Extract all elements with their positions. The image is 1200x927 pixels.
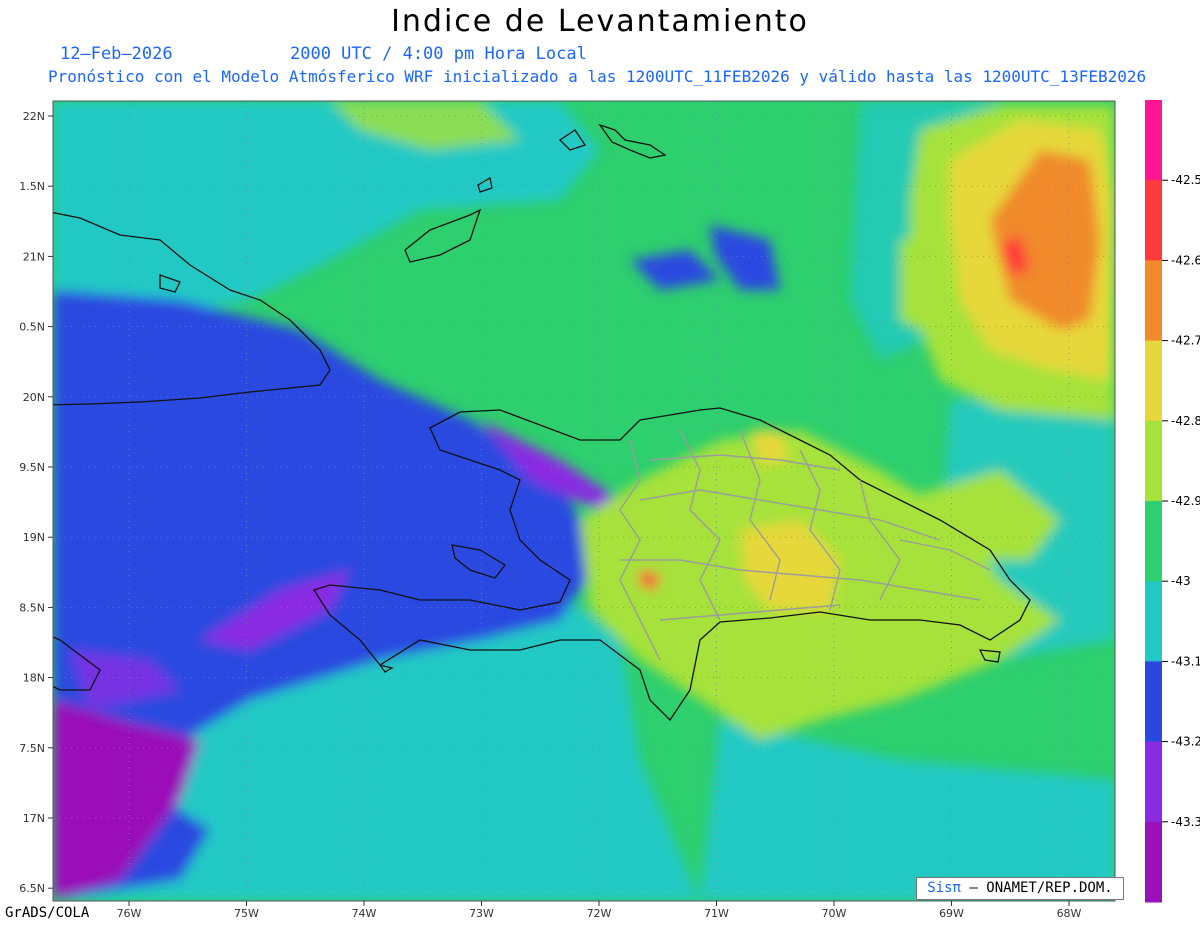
colorbar-segment xyxy=(1145,821,1162,903)
colorbar: -42.5 -42.6 -42.7 -42.8 -42.9 -43 -43.1 -43.2 -4… xyxy=(1145,100,1200,903)
colorbar-label: -42.8 xyxy=(1171,414,1200,428)
colorbar-segment xyxy=(1145,340,1162,422)
lat-label: 18N xyxy=(23,672,45,685)
colorbar-segment xyxy=(1145,420,1162,502)
lat-label: 6.5N xyxy=(19,882,45,895)
lat-label: 0.5N xyxy=(19,321,45,334)
lat-label: 20N xyxy=(23,391,45,404)
lifted-index-map: 22N 1.5N 21N 0.5N 20N 9.5N 19N 8.5N 18N 7.5N 17N 6.… xyxy=(19,100,1200,920)
grads-credit: GrADS/COLA xyxy=(5,905,90,921)
colorbar-label: -42.7 xyxy=(1171,334,1200,348)
colorbar-segment xyxy=(1145,100,1162,181)
field-layer xyxy=(53,101,1115,901)
colorbar-segment xyxy=(1145,661,1162,743)
lon-label: 75W xyxy=(234,907,259,920)
longitude-labels: 76W 75W 74W 73W 72W 71W 70W 69W 68W xyxy=(117,901,1082,920)
lat-label: 1.5N xyxy=(19,180,45,193)
onamet-logo: Sisπ – ONAMET/REP.DOM. xyxy=(916,877,1124,900)
colorbar-segment xyxy=(1145,260,1162,342)
colorbar-label: -43.1 xyxy=(1171,654,1200,668)
lon-label: 68W xyxy=(1057,907,1082,920)
lon-label: 69W xyxy=(939,907,964,920)
colorbar-label: -42.9 xyxy=(1171,494,1200,508)
lon-label: 73W xyxy=(469,907,494,920)
colorbar-segment xyxy=(1145,581,1162,662)
lon-label: 76W xyxy=(117,907,142,920)
colorbar-label: -43.3 xyxy=(1171,815,1200,829)
logo-text: – ONAMET/REP.DOM. xyxy=(969,880,1113,896)
lon-label: 72W xyxy=(587,907,612,920)
lat-label: 22N xyxy=(23,110,45,123)
lat-label: 17N xyxy=(23,812,45,825)
lat-label: 8.5N xyxy=(19,601,45,614)
colorbar-label: -42.5 xyxy=(1171,173,1200,187)
lat-label: 9.5N xyxy=(19,461,45,474)
latitude-labels: 22N 1.5N 21N 0.5N 20N 9.5N 19N 8.5N 18N 7.5N 17N 6.… xyxy=(19,110,53,895)
colorbar-label: -43.2 xyxy=(1171,735,1200,749)
lon-label: 74W xyxy=(352,907,377,920)
lat-label: 7.5N xyxy=(19,742,45,755)
colorbar-segment xyxy=(1145,741,1162,823)
logo-brand: Sisπ xyxy=(927,880,961,896)
lat-label: 21N xyxy=(23,250,45,263)
colorbar-segment xyxy=(1145,180,1162,261)
colorbar-label: -42.6 xyxy=(1171,253,1200,267)
lon-label: 71W xyxy=(704,907,729,920)
colorbar-segment xyxy=(1145,501,1162,582)
colorbar-label: -43 xyxy=(1171,574,1191,588)
lon-label: 70W xyxy=(822,907,847,920)
lat-label: 19N xyxy=(23,531,45,544)
